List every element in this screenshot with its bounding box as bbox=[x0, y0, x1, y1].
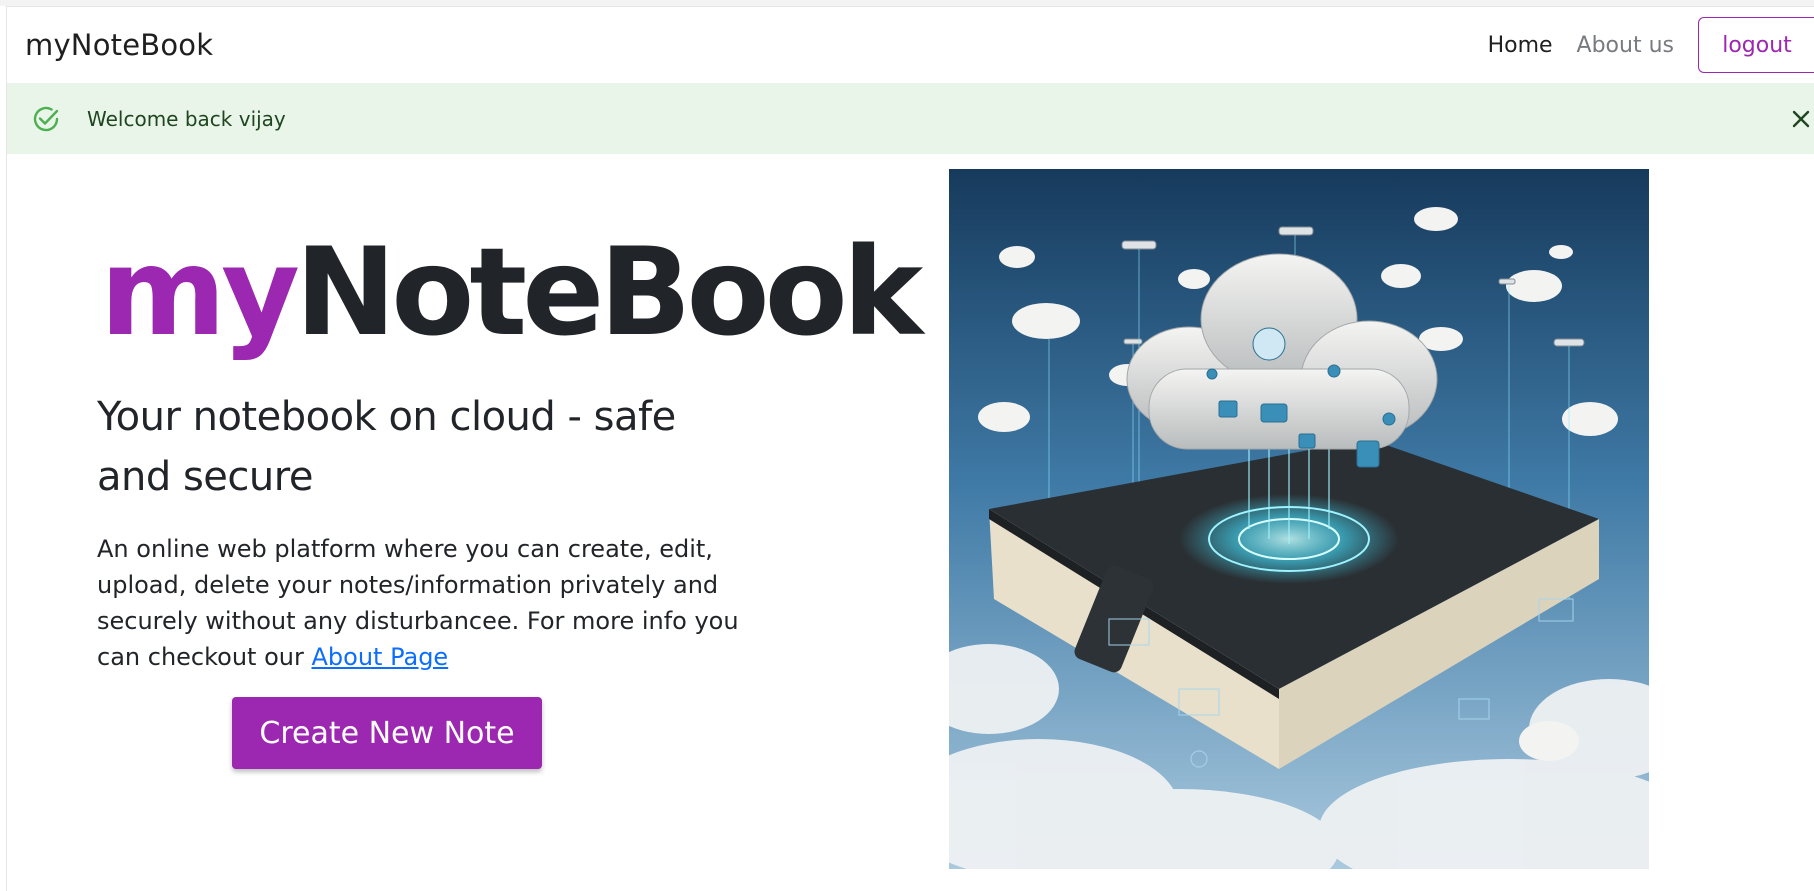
welcome-alert: Welcome back vijay bbox=[7, 83, 1814, 154]
hero-description: An online web platform where you can cre… bbox=[97, 531, 747, 675]
navbar-links: Home About us logout bbox=[1488, 7, 1814, 83]
hero-subtitle: Your notebook on cloud - safe and secure bbox=[97, 394, 676, 500]
nav-link-about[interactable]: About us bbox=[1577, 33, 1674, 58]
cloud-notebook-illustration bbox=[949, 169, 1649, 869]
about-page-link[interactable]: About Page bbox=[312, 643, 449, 671]
logout-button[interactable]: logout bbox=[1698, 17, 1814, 73]
navbar: myNoteBook Home About us logout bbox=[7, 7, 1814, 83]
hero-title: myNoteBook bbox=[100, 232, 923, 353]
page: myNoteBook Home About us logout Welcome … bbox=[6, 6, 1814, 891]
create-new-note-button[interactable]: Create New Note bbox=[232, 697, 542, 769]
nav-link-home[interactable]: Home bbox=[1488, 33, 1553, 58]
hero-title-accent: my bbox=[100, 222, 300, 363]
alert-message: Welcome back vijay bbox=[87, 106, 286, 131]
close-icon[interactable] bbox=[1787, 105, 1814, 133]
cloud-notebook-image bbox=[949, 169, 1649, 869]
navbar-brand[interactable]: myNoteBook bbox=[25, 28, 213, 62]
check-circle-icon bbox=[33, 106, 59, 131]
hero-title-rest: NoteBook bbox=[294, 222, 923, 363]
